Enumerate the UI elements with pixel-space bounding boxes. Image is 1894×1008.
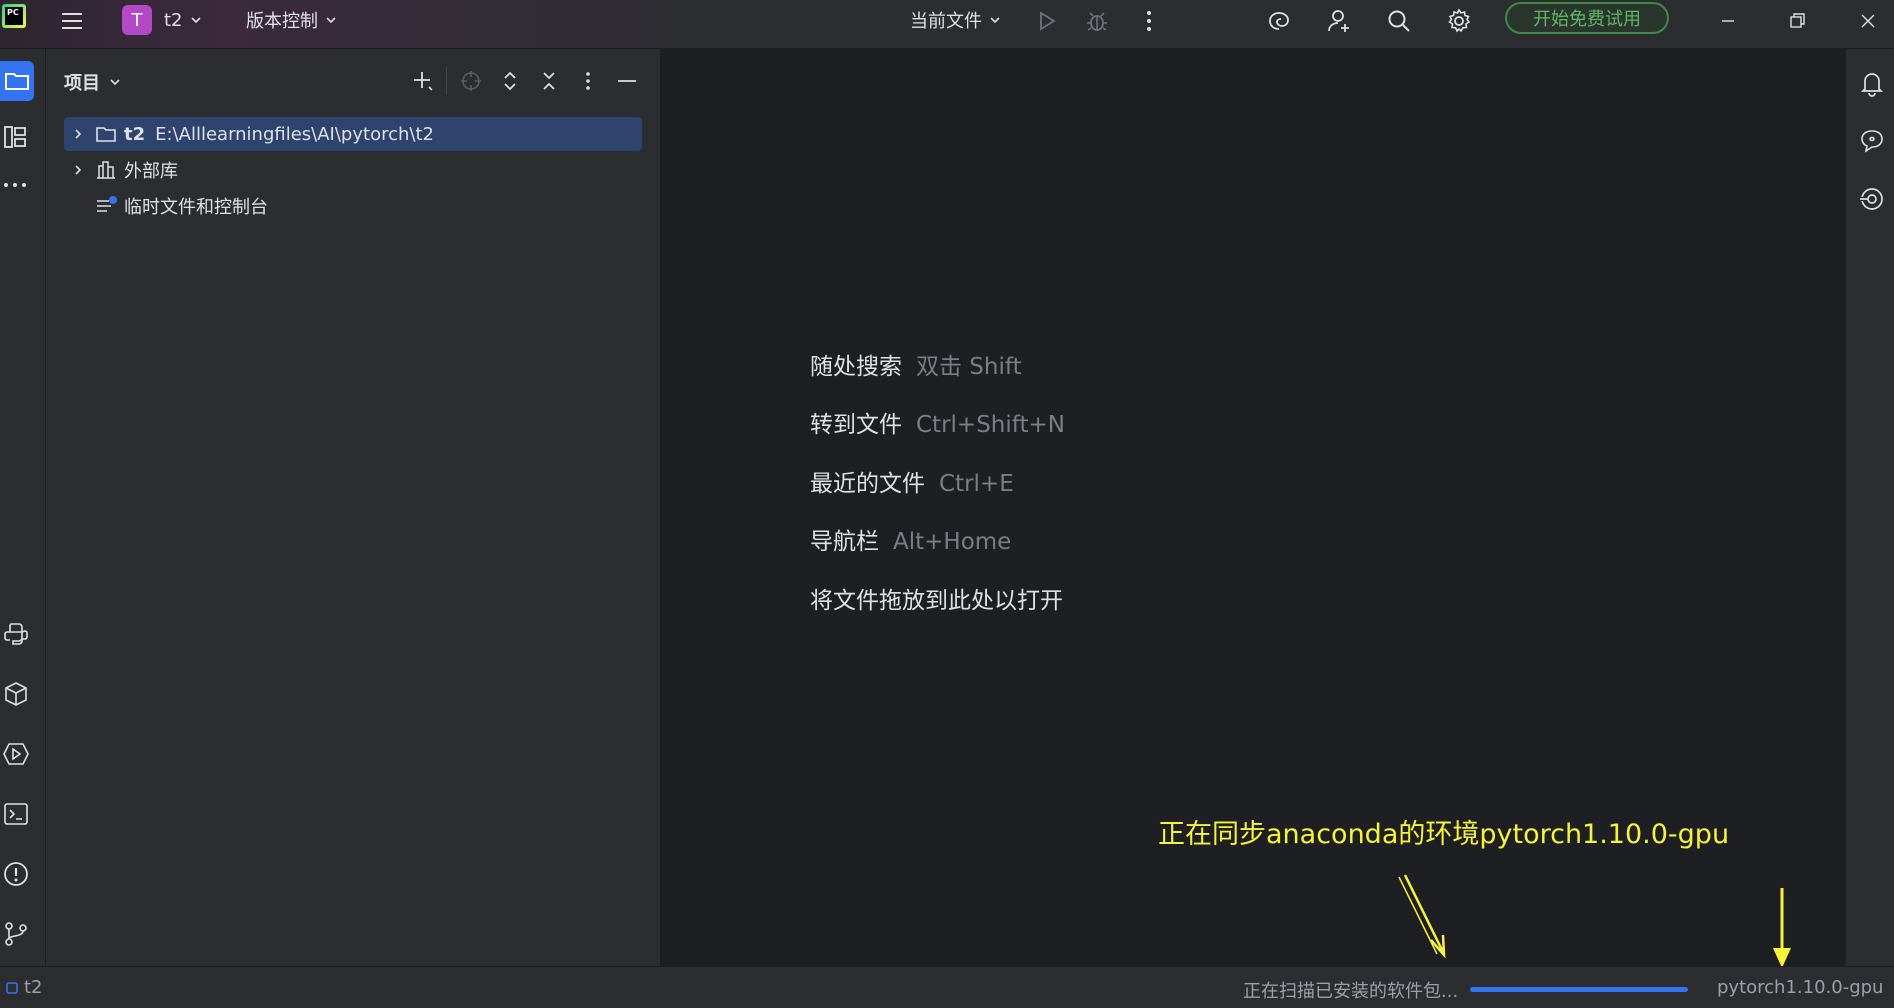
folder-icon: [92, 123, 120, 145]
left-tool-stripe: [0, 49, 46, 966]
python-interpreter-selector[interactable]: pytorch1.10.0-gpu: [1717, 977, 1883, 998]
expand-all-icon[interactable]: [495, 66, 525, 96]
annotation-arrow-icon: [1398, 874, 1446, 959]
tree-item-scratches[interactable]: 临时文件和控制台: [64, 189, 268, 223]
project-view-selector[interactable]: 项目: [64, 69, 122, 95]
python-console-icon[interactable]: [0, 616, 32, 652]
close-window-icon[interactable]: [1852, 6, 1884, 36]
more-actions-icon[interactable]: [1133, 6, 1165, 36]
restore-window-icon[interactable]: [1781, 6, 1813, 36]
project-panel: 项目 t2 E:\Alllearningfiles\AI\pytorch\t2: [46, 49, 662, 966]
minimize-window-icon[interactable]: [1712, 6, 1744, 36]
editor-empty-area[interactable]: 随处搜索 双击 Shift 转到文件 Ctrl+Shift+N 最近的文件 Ctrl+…: [662, 49, 1844, 966]
project-breadcrumb[interactable]: t2: [6, 977, 43, 998]
debug-icon[interactable]: [1081, 6, 1113, 36]
project-switcher[interactable]: T t2: [122, 0, 203, 40]
project-square-icon: [6, 981, 18, 994]
services-run-icon[interactable]: [0, 736, 32, 772]
settings-gear-icon[interactable]: [1443, 6, 1475, 36]
run-config-selector[interactable]: 当前文件: [910, 0, 1002, 40]
hint-drop-files: 将文件拖放到此处以打开: [810, 588, 1063, 614]
project-avatar: T: [122, 5, 152, 35]
hint-goto-file: 转到文件 Ctrl+Shift+N: [810, 412, 1065, 438]
locate-file-icon[interactable]: [456, 66, 486, 96]
coverage-target-icon[interactable]: [1854, 181, 1890, 217]
chevron-down-icon: [990, 17, 1000, 24]
hide-panel-icon[interactable]: [612, 66, 642, 96]
pycharm-logo-icon[interactable]: PC: [2, 4, 26, 28]
notifications-bell-icon[interactable]: [1854, 65, 1890, 101]
git-branch-icon[interactable]: [0, 916, 32, 952]
background-task-progress[interactable]: [1470, 987, 1688, 992]
terminal-icon[interactable]: [0, 796, 32, 832]
hint-recent-files: 最近的文件 Ctrl+E: [810, 471, 1014, 497]
add-user-icon[interactable]: [1324, 6, 1356, 36]
ai-chat-icon[interactable]: [1854, 123, 1890, 159]
problems-icon[interactable]: [0, 856, 32, 892]
scratches-icon: [92, 195, 120, 217]
annotation-text: 正在同步anaconda的环境pytorch1.10.0-gpu: [1158, 819, 1730, 850]
chevron-right-icon[interactable]: [64, 127, 92, 141]
tree-item-project-root[interactable]: t2 E:\Alllearningfiles\AI\pytorch\t2: [64, 117, 642, 151]
project-tool-folder-icon[interactable]: [0, 61, 34, 101]
chevron-down-icon: [110, 79, 120, 86]
tree-item-external-libraries[interactable]: 外部库: [64, 153, 178, 187]
more-tools-icon[interactable]: [0, 167, 32, 203]
annotation-arrow-icon: [1773, 888, 1791, 968]
collapse-all-icon[interactable]: [534, 66, 564, 96]
project-name: t2: [164, 9, 183, 31]
ai-assistant-icon[interactable]: [1263, 6, 1295, 36]
title-bar: PC T t2 版本控制 当前文件 开始免费试用: [0, 0, 1894, 49]
right-tool-stripe: [1845, 49, 1894, 966]
run-icon[interactable]: [1030, 6, 1062, 36]
panel-options-icon[interactable]: [573, 66, 603, 96]
progress-fill: [1470, 987, 1688, 992]
main-menu-icon[interactable]: [56, 6, 88, 36]
start-trial-button[interactable]: 开始免费试用: [1505, 2, 1669, 34]
hint-search-everywhere: 随处搜索 双击 Shift: [810, 354, 1022, 380]
vcs-menu[interactable]: 版本控制: [246, 0, 338, 40]
chevron-right-icon[interactable]: [64, 163, 92, 177]
panel-header-divider: [446, 67, 447, 95]
hint-navigation-bar: 导航栏 Alt+Home: [810, 529, 1012, 555]
python-packages-icon[interactable]: [0, 676, 32, 712]
chevron-down-icon: [326, 17, 336, 24]
library-icon: [92, 159, 120, 181]
chevron-down-icon: [190, 17, 201, 24]
search-icon[interactable]: [1383, 6, 1415, 36]
structure-icon[interactable]: [0, 119, 32, 155]
add-new-icon[interactable]: [408, 66, 438, 96]
background-task-text[interactable]: 正在扫描已安装的软件包...: [1243, 977, 1458, 1003]
status-bar: t2 正在扫描已安装的软件包... pytorch1.10.0-gpu: [0, 966, 1894, 1008]
